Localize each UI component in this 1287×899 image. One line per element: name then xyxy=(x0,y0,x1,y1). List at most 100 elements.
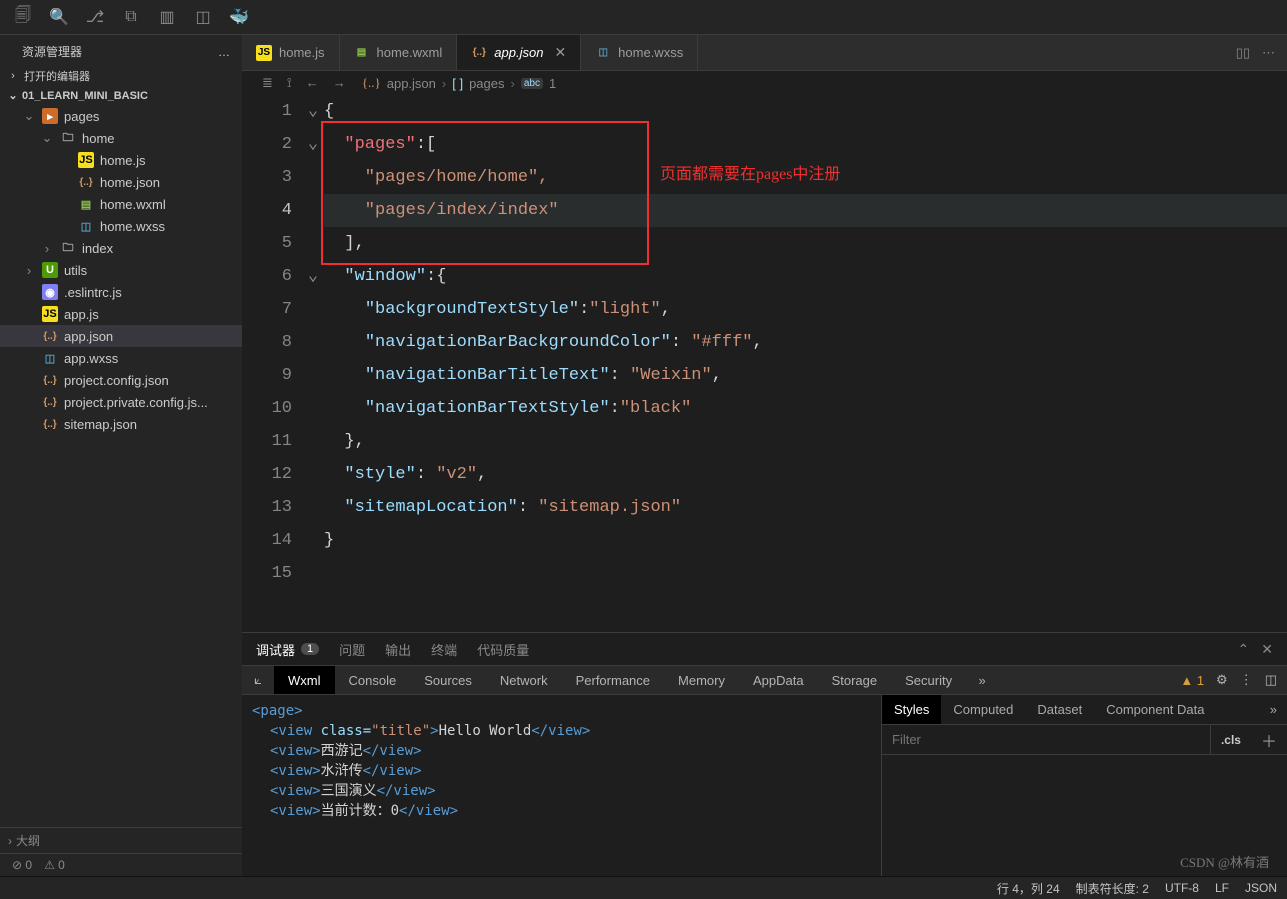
cls-toggle[interactable]: .cls xyxy=(1210,725,1251,754)
styles-tab-computed[interactable]: Computed xyxy=(941,695,1025,724)
language-mode[interactable]: JSON xyxy=(1245,881,1277,895)
editor-tab-home-wxss[interactable]: ◫home.wxss xyxy=(581,35,698,70)
tab-size[interactable]: 制表符长度: 2 xyxy=(1076,880,1149,897)
list-icon[interactable]: ≣ xyxy=(262,75,273,91)
tree-item-home-js[interactable]: JShome.js xyxy=(0,149,242,171)
files-icon[interactable]: 🗐 xyxy=(14,8,32,26)
devtools-tab-storage[interactable]: Storage xyxy=(818,666,892,694)
panel-tab-terminal[interactable]: 终端 xyxy=(431,640,457,659)
tree-item--eslintrc-js[interactable]: ◉.eslintrc.js xyxy=(0,281,242,303)
search-icon[interactable]: 🔍 xyxy=(50,8,68,26)
more-icon[interactable]: … xyxy=(218,45,232,59)
devtools-tab-memory[interactable]: Memory xyxy=(664,666,739,694)
tree-item-index[interactable]: ›🗀index xyxy=(0,237,242,259)
editor-tab-home-js[interactable]: JShome.js xyxy=(242,35,340,70)
editor-tab-home-wxml[interactable]: ▤home.wxml xyxy=(340,35,458,70)
file-label: home.wxml xyxy=(100,197,166,212)
bottom-panel: 调试器 1 问题 输出 终端 代码质量 ⌃ ✕ ⟀ Wxml Console S… xyxy=(242,632,1287,876)
styles-pane: Styles Computed Dataset Component Data »… xyxy=(881,695,1287,876)
styles-tab-styles[interactable]: Styles xyxy=(882,695,941,724)
kebab-icon[interactable]: ⋮ xyxy=(1240,672,1253,688)
merge-icon[interactable]: ⧉ xyxy=(122,8,140,26)
file-label: home.wxss xyxy=(100,219,165,234)
chevron-up-icon[interactable]: ⌃ xyxy=(1238,641,1250,658)
annotation-box xyxy=(321,121,649,265)
dock-icon[interactable]: ◫ xyxy=(1265,672,1277,688)
problems-summary[interactable]: ⊘ 0 ⚠ 0 xyxy=(0,853,242,876)
tree-item-project-private-config-js---[interactable]: project.private.config.js... xyxy=(0,391,242,413)
forward-icon[interactable]: → xyxy=(333,75,346,91)
breadcrumb-seg1[interactable]: pages xyxy=(469,76,504,91)
file-label: app.js xyxy=(64,307,99,322)
breadcrumb-sep: › xyxy=(511,76,515,91)
close-tab-icon[interactable]: ✕ xyxy=(554,44,566,61)
tree-item-app-wxss[interactable]: ◫app.wxss xyxy=(0,347,242,369)
source-control-icon[interactable]: ⎇ xyxy=(86,8,104,26)
devtools-tab-wxml[interactable]: Wxml xyxy=(274,666,335,694)
wxml-pane[interactable]: <page> <view class="title">Hello World</… xyxy=(242,695,881,876)
styles-tab-dataset[interactable]: Dataset xyxy=(1025,695,1094,724)
project-name: 01_LEARN_MINI_BASIC xyxy=(22,90,148,102)
tree-item-home[interactable]: ⌄🗀home xyxy=(0,127,242,149)
inspect-icon[interactable]: ⟀ xyxy=(242,672,274,688)
file-label: app.json xyxy=(64,329,113,344)
encoding[interactable]: UTF-8 xyxy=(1165,881,1199,895)
devtools-tab-performance[interactable]: Performance xyxy=(562,666,664,694)
activity-icons: 🗐 🔍 ⎇ ⧉ ▥ ◫ 🐳 xyxy=(0,8,262,26)
split-editor-icon[interactable]: ▯▯ xyxy=(1236,45,1250,61)
layout-icon[interactable]: ▥ xyxy=(158,8,176,26)
watermark: CSDN @林有酒 xyxy=(1180,852,1269,871)
chevron-icon: ⌄ xyxy=(22,108,36,124)
file-label: index xyxy=(82,241,113,256)
new-rule-icon[interactable]: ＋ xyxy=(1251,728,1287,752)
panel-tab-output[interactable]: 输出 xyxy=(385,640,411,659)
devtools-tab-appdata[interactable]: AppData xyxy=(739,666,818,694)
breadcrumb: ≣ ⟟ ← → {..} app.json › [ ] pages › abc … xyxy=(242,71,1287,95)
chevron-icon: › xyxy=(40,241,54,256)
toggle-icon[interactable]: ◫ xyxy=(194,8,212,26)
code-editor[interactable]: 123456789101112131415 ⌄⌄⌄ 页面都需要在pages中注册… xyxy=(242,95,1287,632)
back-icon[interactable]: ← xyxy=(306,75,319,91)
cursor-position[interactable]: 行 4，列 24 xyxy=(997,880,1060,897)
styles-filter-input[interactable] xyxy=(882,732,1210,747)
devtools-tab-security[interactable]: Security xyxy=(891,666,966,694)
tree-item-sitemap-json[interactable]: sitemap.json xyxy=(0,413,242,435)
tree-item-pages[interactable]: ⌄▸pages xyxy=(0,105,242,127)
eol[interactable]: LF xyxy=(1215,881,1229,895)
styles-tab-componentdata[interactable]: Component Data xyxy=(1094,695,1216,724)
breadcrumb-sep: › xyxy=(442,76,446,91)
gear-icon[interactable]: ⚙ xyxy=(1216,672,1228,688)
bookmark-icon[interactable]: ⟟ xyxy=(287,75,292,91)
chevron-down-icon: ⌄ xyxy=(6,89,20,102)
tree-item-home-wxss[interactable]: ◫home.wxss xyxy=(0,215,242,237)
devtools-tab-network[interactable]: Network xyxy=(486,666,562,694)
tree-item-utils[interactable]: ›Uutils xyxy=(0,259,242,281)
warnings-indicator[interactable]: ▲ 1 xyxy=(1180,673,1204,688)
outline-section[interactable]: › 大纲 xyxy=(0,827,242,853)
tree-item-app-json[interactable]: app.json xyxy=(0,325,242,347)
tab-label: home.wxml xyxy=(377,45,443,60)
more-styles-icon[interactable]: » xyxy=(1260,702,1287,717)
more-icon[interactable]: ⋯ xyxy=(1262,45,1275,61)
breadcrumb-file[interactable]: app.json xyxy=(387,76,436,91)
more-tabs-icon[interactable]: » xyxy=(966,673,998,688)
open-editors-section[interactable]: › 打开的编辑器 xyxy=(0,66,242,86)
tree-item-home-wxml[interactable]: ▤home.wxml xyxy=(0,193,242,215)
editor-tab-app-json[interactable]: {..}app.json✕ xyxy=(457,35,581,70)
close-icon[interactable]: ✕ xyxy=(1261,641,1273,658)
devtools-tab-console[interactable]: Console xyxy=(335,666,411,694)
tab-label: home.wxss xyxy=(618,45,683,60)
panel-tab-debugger[interactable]: 调试器 1 xyxy=(256,640,319,659)
warning-count: ⚠ 0 xyxy=(44,858,65,872)
json-icon: {..} xyxy=(362,75,381,91)
panel-tab-problems[interactable]: 问题 xyxy=(339,640,365,659)
docker-icon[interactable]: 🐳 xyxy=(230,8,248,26)
devtools-tab-sources[interactable]: Sources xyxy=(410,666,486,694)
tree-item-project-config-json[interactable]: project.config.json xyxy=(0,369,242,391)
tree-item-app-js[interactable]: JSapp.js xyxy=(0,303,242,325)
tree-item-home-json[interactable]: home.json xyxy=(0,171,242,193)
breadcrumb-seg2[interactable]: 1 xyxy=(549,76,556,91)
project-section[interactable]: ⌄ 01_LEARN_MINI_BASIC xyxy=(0,86,242,105)
string-icon: abc xyxy=(521,78,543,89)
panel-tab-quality[interactable]: 代码质量 xyxy=(477,640,529,659)
